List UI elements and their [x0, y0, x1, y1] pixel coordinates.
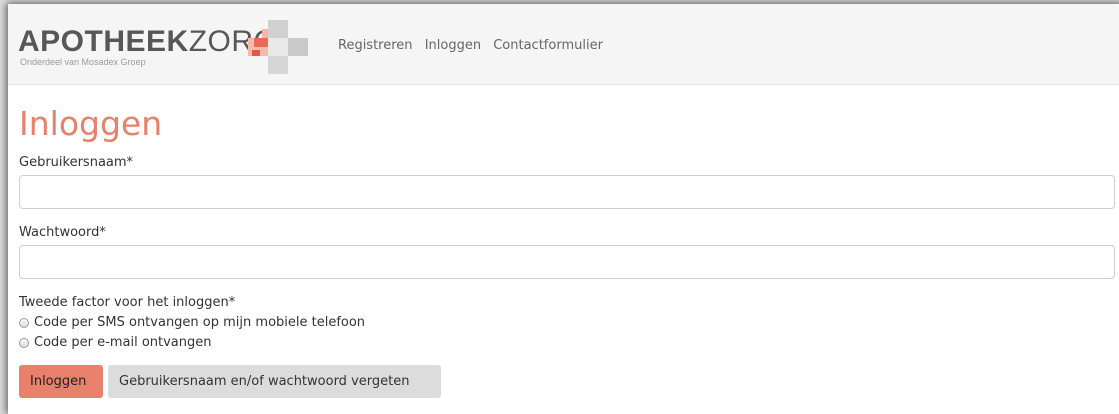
password-label: Wachtwoord*: [19, 225, 106, 240]
nav-link-inloggen[interactable]: Inloggen: [425, 38, 481, 53]
form-actions: Inloggen Gebruikersnaam en/of wachtwoord…: [19, 365, 1115, 399]
forgot-credentials-button[interactable]: Gebruikersnaam en/of wachtwoord vergeten: [108, 365, 441, 398]
nav-link-registreren[interactable]: Registreren: [338, 38, 413, 53]
logo-wordmark: APOTHEEKZORG: [18, 26, 277, 58]
password-input[interactable]: [19, 245, 1115, 279]
radio-icon[interactable]: [19, 338, 29, 348]
login-button[interactable]: Inloggen: [19, 365, 103, 398]
logo-wordmark-bold: APOTHEEK: [18, 25, 189, 58]
page-title: Inloggen: [19, 104, 163, 143]
browser-page: APOTHEEKZORG Onderdeel van Mosadex Groep…: [8, 4, 1119, 414]
radio-icon[interactable]: [19, 318, 29, 328]
second-factor-option-sms[interactable]: Code per SMS ontvangen op mijn mobiele t…: [19, 313, 1115, 333]
second-factor-option-email-label: Code per e-mail ontvangen: [34, 335, 212, 350]
login-form: Inloggen Gebruikersnaam* Wachtwoord* Twe…: [19, 104, 1115, 399]
username-label: Gebruikersnaam*: [19, 155, 134, 170]
logo-subtitle: Onderdeel van Mosadex Groep: [20, 57, 146, 67]
second-factor-label: Tweede factor voor het inloggen*: [19, 295, 236, 310]
logo-cross-icon: [248, 20, 308, 74]
navbar: APOTHEEKZORG Onderdeel van Mosadex Groep…: [8, 4, 1119, 85]
nav-links: Registreren Inloggen Contactformulier: [338, 38, 611, 53]
nav-link-contactformulier[interactable]: Contactformulier: [493, 38, 603, 53]
username-input[interactable]: [19, 175, 1115, 209]
second-factor-option-sms-label: Code per SMS ontvangen op mijn mobiele t…: [34, 315, 366, 330]
second-factor-option-email[interactable]: Code per e-mail ontvangen: [19, 333, 1115, 353]
